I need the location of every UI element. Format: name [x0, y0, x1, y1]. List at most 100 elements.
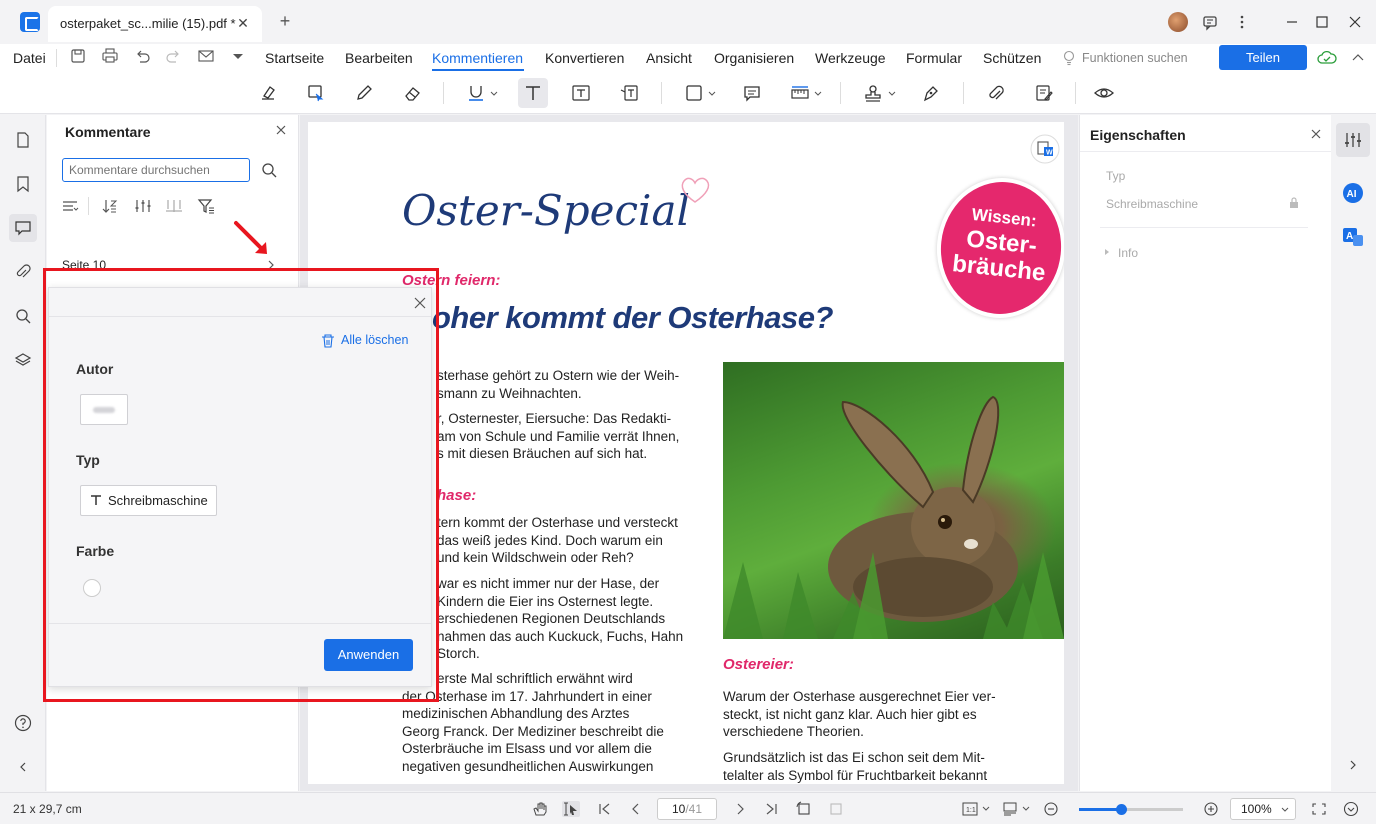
stamp-dropdown-icon[interactable]: [888, 91, 896, 97]
redo-icon[interactable]: [164, 46, 184, 66]
measure-tool-icon[interactable]: [785, 78, 815, 108]
underline-dropdown-icon[interactable]: [490, 91, 498, 97]
collapse-right-icon[interactable]: [1345, 757, 1361, 773]
search-icon[interactable]: [260, 161, 278, 179]
layout-dropdown-icon[interactable]: [1022, 806, 1030, 812]
search-panel-icon[interactable]: [9, 302, 37, 330]
attachment-icon[interactable]: [981, 78, 1011, 108]
bookmark-icon[interactable]: [9, 170, 37, 198]
comments-panel-icon[interactable]: [9, 214, 37, 242]
stamp-tool-icon[interactable]: [858, 78, 888, 108]
sticky-note-icon[interactable]: [737, 78, 767, 108]
ai-assistant-icon[interactable]: AI: [1342, 182, 1364, 204]
fit-page-icon[interactable]: 1:1: [961, 801, 979, 817]
manage-comments-icon[interactable]: [1029, 78, 1059, 108]
minimize-icon[interactable]: [1280, 10, 1304, 34]
info-section-toggle[interactable]: Info: [1118, 246, 1138, 260]
undo-icon[interactable]: [132, 46, 152, 66]
page-group-label[interactable]: Seite 10: [62, 258, 106, 272]
rectangle-shape-icon[interactable]: [679, 78, 709, 108]
highlight-tool-icon[interactable]: [253, 78, 283, 108]
menu-ansicht[interactable]: Ansicht: [646, 50, 692, 66]
color-swatch-white[interactable]: [83, 579, 101, 597]
quick-access-dropdown-icon[interactable]: [228, 46, 248, 66]
area-highlight-tool-icon[interactable]: [301, 78, 331, 108]
eraser-tool-icon[interactable]: [397, 78, 427, 108]
sort-icon[interactable]: [101, 197, 119, 215]
page-layout-icon[interactable]: [1001, 801, 1019, 817]
type-chip-typewriter[interactable]: Schreibmaschine: [80, 485, 217, 516]
attachments-panel-icon[interactable]: [9, 258, 37, 286]
ai-translate-icon[interactable]: A: [1342, 226, 1364, 248]
apply-button[interactable]: Anwenden: [324, 639, 413, 671]
hand-tool-icon[interactable]: [531, 801, 549, 817]
close-window-icon[interactable]: [1343, 10, 1367, 34]
menu-schuetzen[interactable]: Schützen: [983, 50, 1041, 66]
layers-icon[interactable]: [9, 346, 37, 374]
clear-all-link[interactable]: Alle löschen: [341, 333, 408, 347]
page-thumbnails-icon[interactable]: [9, 126, 37, 154]
adjust-icon[interactable]: [134, 197, 152, 215]
close-dialog-icon[interactable]: [412, 295, 428, 311]
last-page-icon[interactable]: [762, 801, 780, 817]
menu-organisieren[interactable]: Organisieren: [714, 50, 794, 66]
menu-file[interactable]: Datei: [13, 50, 46, 66]
collapse-ribbon-icon[interactable]: [1348, 48, 1368, 68]
cloud-sync-icon[interactable]: [1316, 48, 1338, 68]
author-chip[interactable]: [80, 394, 128, 425]
close-panel-icon[interactable]: [273, 122, 289, 138]
zoom-level-select[interactable]: 100%: [1230, 798, 1296, 820]
comments-search-input[interactable]: [62, 158, 250, 182]
menu-kommentieren[interactable]: Kommentieren: [432, 50, 523, 66]
chevron-right-icon[interactable]: [266, 260, 276, 270]
next-page-icon[interactable]: [731, 801, 749, 817]
callout-tool-icon[interactable]: [614, 78, 644, 108]
print-icon[interactable]: [100, 46, 120, 66]
rotate-page-icon[interactable]: [795, 801, 813, 817]
show-hide-eye-icon[interactable]: [1089, 78, 1119, 108]
crop-page-icon[interactable]: [827, 801, 845, 817]
zoom-slider-thumb[interactable]: [1115, 804, 1127, 815]
mail-icon[interactable]: [196, 46, 216, 66]
menu-startseite[interactable]: Startseite: [265, 50, 324, 66]
fit-dropdown-icon[interactable]: [982, 806, 990, 812]
collapse-all-icon[interactable]: [61, 197, 79, 215]
scroll-down-icon[interactable]: [1342, 801, 1360, 817]
menu-werkzeuge[interactable]: Werkzeuge: [815, 50, 886, 66]
zoom-in-icon[interactable]: [1202, 801, 1220, 817]
new-tab-icon[interactable]: +: [276, 12, 294, 30]
share-button[interactable]: Teilen: [1219, 45, 1307, 70]
menu-formular[interactable]: Formular: [906, 50, 962, 66]
trash-icon[interactable]: [320, 333, 336, 349]
pencil-tool-icon[interactable]: [349, 78, 379, 108]
close-tab-icon[interactable]: ✕: [232, 12, 254, 34]
more-options-icon[interactable]: [1230, 10, 1254, 34]
measure-dropdown-icon[interactable]: [814, 91, 822, 97]
menu-bearbeiten[interactable]: Bearbeiten: [345, 50, 413, 66]
feature-search[interactable]: Funktionen suchen: [1082, 51, 1188, 65]
expand-icon[interactable]: [165, 197, 183, 215]
help-icon[interactable]: [9, 709, 37, 737]
underline-tool-icon[interactable]: [461, 78, 491, 108]
typewriter-tool-icon[interactable]: [518, 78, 548, 108]
filter-icon[interactable]: [197, 197, 215, 215]
save-icon[interactable]: [68, 46, 88, 66]
shape-dropdown-icon[interactable]: [708, 91, 716, 97]
close-properties-icon[interactable]: [1308, 126, 1324, 142]
select-tool-icon[interactable]: [562, 801, 580, 817]
zoom-slider[interactable]: [1079, 804, 1183, 815]
maximize-icon[interactable]: [1310, 10, 1334, 34]
textbox-tool-icon[interactable]: [566, 78, 596, 108]
collapse-left-icon[interactable]: [9, 753, 37, 781]
caret-right-icon[interactable]: [1104, 248, 1110, 256]
avatar[interactable]: [1168, 12, 1188, 32]
previous-page-icon[interactable]: [627, 801, 645, 817]
document-tab[interactable]: osterpaket_sc...milie (15).pdf * ✕: [48, 6, 262, 42]
signature-pen-icon[interactable]: [916, 78, 946, 108]
feedback-icon[interactable]: [1198, 10, 1222, 34]
menu-konvertieren[interactable]: Konvertieren: [545, 50, 624, 66]
fullscreen-icon[interactable]: [1310, 801, 1328, 817]
page-number-input[interactable]: 10/41: [657, 798, 717, 820]
first-page-icon[interactable]: [596, 801, 614, 817]
properties-sliders-icon[interactable]: [1336, 123, 1370, 157]
